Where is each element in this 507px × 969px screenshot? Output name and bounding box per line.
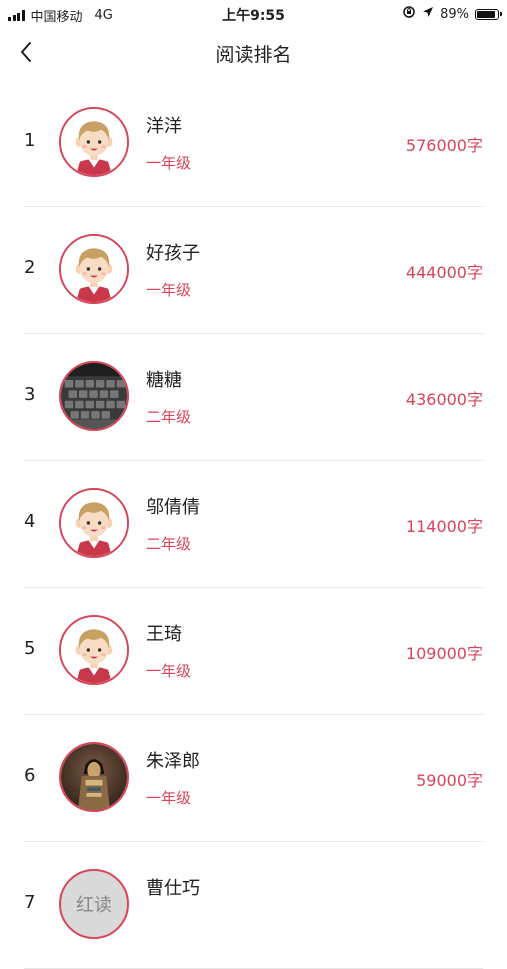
word-count: 59000字 <box>416 771 483 790</box>
ranking-row[interactable]: 1 洋洋一年级 576000字 <box>0 80 507 207</box>
avatar[interactable] <box>59 742 129 812</box>
user-name: 朱泽郎 <box>146 751 200 772</box>
ranking-list: 1 洋洋 一年级 576000字 2 好孩子 一年级 444000字 3 糖糖 … <box>0 80 507 969</box>
word-count: 444000字 <box>405 263 483 282</box>
location-arrow-icon <box>422 6 434 22</box>
word-count: 436000字 <box>405 390 483 409</box>
word-count: 576000字 <box>405 136 483 155</box>
grade-label: 二年级 <box>146 408 192 426</box>
ranking-row[interactable]: 2 好孩子一年级 444000字 <box>0 207 507 334</box>
grade-label: 一年级 <box>146 662 192 680</box>
user-name: 好孩子 <box>146 243 200 264</box>
ranking-row[interactable]: 3 糖糖二年级 436000字 <box>0 334 507 461</box>
rank-number: 5 <box>24 638 36 659</box>
avatar[interactable] <box>59 615 129 685</box>
rank-number: 7 <box>24 892 36 913</box>
battery-percent: 89% <box>440 6 469 22</box>
grade-label: 一年级 <box>146 789 192 807</box>
user-name: 王琦 <box>146 624 182 645</box>
ranking-row[interactable]: 4 邬倩倩二年级 114000字 <box>0 461 507 588</box>
user-name: 糖糖 <box>146 370 182 391</box>
nav-bar: 阅读排名 <box>0 28 507 76</box>
rank-number: 4 <box>24 511 36 532</box>
user-name: 邬倩倩 <box>146 497 200 518</box>
rank-number: 2 <box>24 257 36 278</box>
ranking-row[interactable]: 5 王琦一年级 109000字 <box>0 588 507 715</box>
avatar[interactable] <box>59 234 129 304</box>
rank-number: 3 <box>24 384 36 405</box>
user-name: 曹仕巧 <box>146 878 200 899</box>
word-count: 114000字 <box>405 517 483 536</box>
rank-number: 1 <box>24 130 36 151</box>
grade-label: 一年级 <box>146 281 192 299</box>
orientation-lock-icon <box>402 5 416 23</box>
word-count: 109000字 <box>405 644 483 663</box>
status-bar: 中国移动 4G 上午9:55 89% <box>0 0 507 28</box>
battery-fill <box>477 10 495 18</box>
status-right: 89% <box>402 5 502 23</box>
avatar[interactable] <box>59 488 129 558</box>
rank-number: 6 <box>24 765 36 786</box>
ranking-row[interactable]: 6 朱泽郎一年级 59000字 <box>0 715 507 842</box>
ranking-row[interactable]: 7 红读 曹仕巧 <box>0 842 507 969</box>
user-name: 洋洋 <box>146 116 182 137</box>
page-title: 阅读排名 <box>215 44 292 66</box>
avatar-text: 红读 <box>76 895 112 916</box>
grade-label: 二年级 <box>146 535 192 553</box>
avatar[interactable] <box>59 107 129 177</box>
battery-icon <box>475 8 502 20</box>
avatar[interactable]: 红读 <box>59 869 129 939</box>
grade-label: 一年级 <box>146 154 192 172</box>
avatar[interactable] <box>59 361 129 431</box>
